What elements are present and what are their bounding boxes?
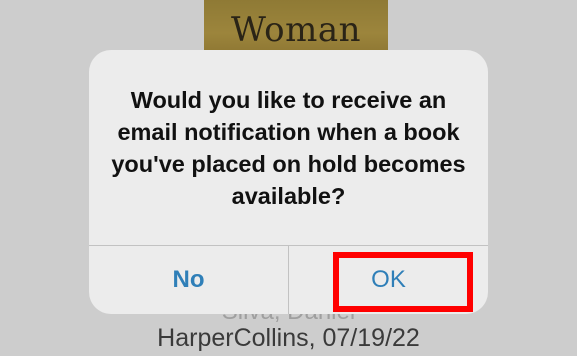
ok-button[interactable]: OK bbox=[289, 246, 488, 314]
hold-notification-alert: Would you like to receive an email notif… bbox=[89, 50, 488, 314]
publisher-date: HarperCollins, 07/19/22 bbox=[157, 324, 420, 352]
no-button[interactable]: No bbox=[89, 246, 288, 314]
screen-backdrop: Woman Silva, Daniel HarperCollins, 07/19… bbox=[0, 0, 577, 356]
book-cover-title: Woman bbox=[230, 10, 362, 50]
alert-message: Would you like to receive an email notif… bbox=[111, 87, 466, 209]
